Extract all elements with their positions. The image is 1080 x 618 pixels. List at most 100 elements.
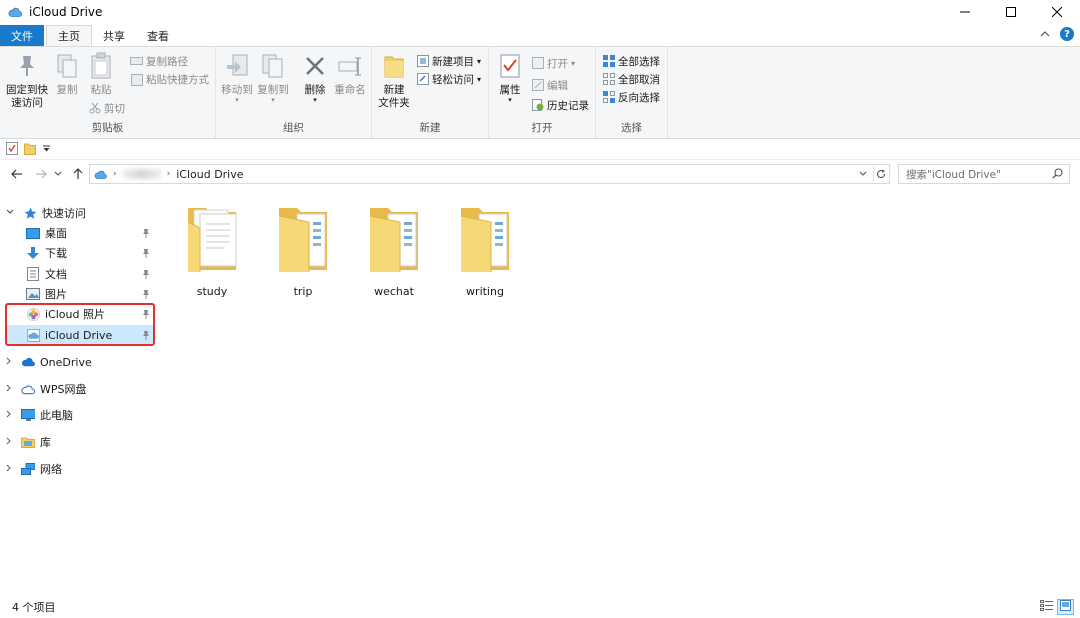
- easy-access-button[interactable]: 轻松访问 ▾: [416, 71, 481, 87]
- forward-button[interactable]: [33, 166, 49, 182]
- pin-icon[interactable]: [141, 308, 151, 320]
- search-icon: [1052, 168, 1063, 182]
- select-none-icon: [602, 73, 615, 86]
- edit-button[interactable]: 编辑: [531, 77, 568, 93]
- history-button[interactable]: 历史记录: [531, 97, 589, 113]
- move-to-button[interactable]: 移动到 ▾: [220, 51, 254, 104]
- invert-selection-button[interactable]: 反向选择: [602, 89, 660, 105]
- nav-item-onedrive[interactable]: OneDrive: [0, 352, 160, 372]
- easy-access-dropdown-icon: ▾: [477, 74, 482, 84]
- copy-path-button[interactable]: 复制路径: [130, 53, 188, 69]
- details-view-button[interactable]: [1038, 599, 1055, 615]
- paste-button[interactable]: 粘贴: [86, 51, 116, 97]
- select-none-button[interactable]: 全部取消: [602, 71, 660, 87]
- delete-button[interactable]: 删除 ▾: [300, 51, 330, 104]
- tab-home[interactable]: 主页: [46, 25, 92, 46]
- nav-quick-access[interactable]: 快速访问: [0, 203, 160, 223]
- nav-item-pictures[interactable]: 图片: [0, 284, 160, 304]
- scissors-icon: [88, 102, 101, 115]
- move-to-dropdown-icon: ▾: [235, 96, 239, 104]
- new-group-label: 新建: [419, 122, 441, 134]
- chevron-down-icon[interactable]: [6, 208, 14, 218]
- nav-item-icloud-photos[interactable]: iCloud 照片: [0, 304, 160, 324]
- new-folder-icon[interactable]: [24, 142, 36, 158]
- select-all-button[interactable]: 全部选择: [602, 53, 660, 69]
- close-button[interactable]: [1034, 0, 1080, 24]
- copy-to-icon: [259, 51, 287, 81]
- clipboard-group: 固定到快 速访问 复制 粘贴 复制路径 粘贴快捷方式 剪切 剪贴板: [0, 47, 216, 138]
- minimize-button[interactable]: [942, 0, 988, 24]
- breadcrumb-redacted: [122, 169, 161, 179]
- large-icons-view-button[interactable]: [1057, 599, 1074, 615]
- folder-item[interactable]: writing: [449, 202, 521, 298]
- chevron-right-icon[interactable]: [6, 464, 12, 475]
- folder-item[interactable]: wechat: [358, 202, 430, 298]
- chevron-right-icon[interactable]: [6, 357, 12, 368]
- pin-quick-access-button[interactable]: 固定到快 速访问: [4, 51, 50, 110]
- breadcrumb-separator-icon[interactable]: ›: [113, 169, 117, 179]
- breadcrumb-separator-icon[interactable]: ›: [167, 169, 171, 179]
- desktop-icon: [26, 226, 40, 240]
- document-icon: [26, 267, 40, 281]
- paste-shortcut-button[interactable]: 粘贴快捷方式: [130, 71, 209, 87]
- breadcrumb-current[interactable]: iCloud Drive: [176, 168, 243, 181]
- address-bar[interactable]: › › iCloud Drive: [89, 164, 890, 184]
- nav-item-libraries[interactable]: 库: [0, 432, 160, 452]
- cloud-icon: [26, 328, 40, 342]
- chevron-right-icon[interactable]: [6, 410, 12, 421]
- computer-icon: [21, 408, 35, 422]
- cloud-icon: [94, 170, 107, 179]
- cut-button[interactable]: 剪切: [88, 100, 125, 116]
- back-button[interactable]: [9, 166, 25, 182]
- nav-item-icloud-drive[interactable]: iCloud Drive: [7, 325, 153, 345]
- refresh-icon[interactable]: [873, 166, 887, 182]
- nav-item-desktop[interactable]: 桌面: [0, 223, 160, 243]
- folder-item[interactable]: study: [176, 202, 248, 298]
- chevron-right-icon[interactable]: [6, 384, 12, 395]
- nav-item-documents[interactable]: 文档: [0, 264, 160, 284]
- copy-path-icon: [130, 55, 143, 68]
- clipboard-group-label: 剪贴板: [91, 122, 124, 134]
- address-dropdown-icon[interactable]: [857, 166, 869, 182]
- copy-to-dropdown-icon: ▾: [271, 96, 275, 104]
- folder-item[interactable]: trip: [267, 202, 339, 298]
- new-folder-button[interactable]: 新建 文件夹: [376, 51, 412, 110]
- properties-button[interactable]: 属性 ▾: [493, 51, 527, 104]
- ribbon-tabs: 文件 主页 共享 查看 ?: [0, 25, 1080, 46]
- pin-icon[interactable]: [141, 329, 151, 341]
- copy-button[interactable]: 复制: [54, 51, 80, 97]
- copy-to-button[interactable]: 复制到 ▾: [256, 51, 290, 104]
- recent-locations-button[interactable]: [53, 166, 63, 182]
- open-button[interactable]: 打开 ▾: [531, 55, 575, 71]
- customize-toolbar-icon[interactable]: [42, 143, 51, 156]
- pin-icon[interactable]: [141, 268, 151, 280]
- tab-share[interactable]: 共享: [92, 25, 136, 46]
- network-icon: [21, 462, 35, 476]
- maximize-button[interactable]: [988, 0, 1034, 24]
- search-input[interactable]: 搜索"iCloud Drive": [898, 164, 1070, 184]
- help-icon[interactable]: ?: [1060, 27, 1074, 41]
- delete-x-icon: [301, 51, 329, 81]
- nav-item-downloads[interactable]: 下载: [0, 243, 160, 263]
- nav-item-network[interactable]: 网络: [0, 459, 160, 479]
- history-icon: [531, 99, 544, 112]
- chevron-right-icon[interactable]: [6, 437, 12, 448]
- nav-item-wps-drive[interactable]: WPS网盘: [0, 379, 160, 399]
- properties-check-icon[interactable]: [6, 141, 18, 158]
- pin-icon[interactable]: [141, 247, 151, 259]
- copy-icon: [53, 51, 81, 81]
- pin-icon[interactable]: [141, 288, 151, 300]
- pin-icon[interactable]: [141, 227, 151, 239]
- invert-selection-icon: [602, 91, 615, 104]
- nav-item-this-pc[interactable]: 此电脑: [0, 405, 160, 425]
- up-button[interactable]: [70, 166, 86, 182]
- organize-group: 移动到 ▾ 复制到 ▾ 删除 ▾ 重命名 组织: [216, 47, 372, 138]
- open-group-label: 打开: [531, 122, 553, 134]
- new-item-button[interactable]: 新建项目 ▾: [416, 53, 481, 69]
- details-view-icon: [1040, 600, 1053, 614]
- collapse-ribbon-icon[interactable]: [1040, 28, 1050, 41]
- tab-file[interactable]: 文件: [0, 25, 44, 46]
- window-title: iCloud Drive: [29, 5, 103, 19]
- rename-button[interactable]: 重命名: [332, 51, 368, 97]
- tab-view[interactable]: 查看: [136, 25, 180, 46]
